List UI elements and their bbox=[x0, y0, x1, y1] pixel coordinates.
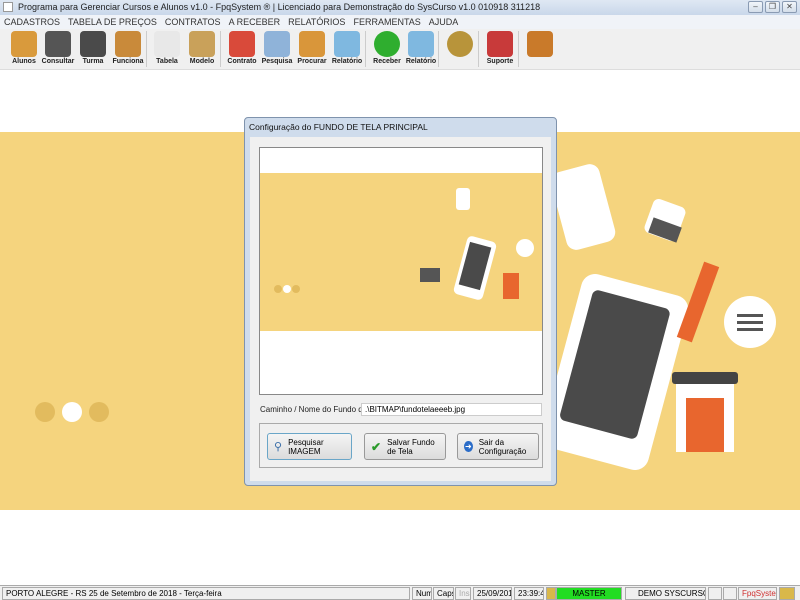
database-icon bbox=[708, 587, 722, 600]
toolbar-button-procurar-8[interactable]: Procurar bbox=[294, 31, 330, 69]
toolbar-separator bbox=[518, 31, 519, 67]
menu-relatorios[interactable]: RELATÓRIOS bbox=[288, 15, 345, 29]
search-docs-icon bbox=[264, 31, 290, 57]
scroll-icon bbox=[189, 31, 215, 57]
toolbar-button-tabela-4[interactable]: Tabela bbox=[149, 31, 185, 69]
toolbar: Alunos Consultar Turma Funciona Tabela Modelo… bbox=[0, 29, 800, 70]
magnifier-icon: ⚲ bbox=[274, 441, 283, 453]
students-icon bbox=[11, 31, 37, 57]
toolbar-button-alunos-0[interactable]: Alunos bbox=[6, 31, 42, 69]
toolbar-button-relatorio-11[interactable]: Relatório bbox=[403, 31, 439, 69]
status-caps: Caps bbox=[433, 587, 454, 600]
toolbar-label: Consultar bbox=[41, 58, 75, 65]
toolbar-button-contrato-6[interactable]: Contrato bbox=[224, 31, 260, 69]
preview-image bbox=[260, 173, 542, 331]
toolbar-separator bbox=[146, 31, 147, 67]
toolbar-label: Pesquisa bbox=[261, 58, 293, 65]
dialog-title: Configuração do FUNDO DE TELA PRINCIPAL bbox=[249, 122, 428, 132]
printer-icon bbox=[408, 31, 434, 57]
support-icon bbox=[487, 31, 513, 57]
toolbar-button-coin-12[interactable] bbox=[442, 31, 478, 69]
toolbar-label: Modelo bbox=[189, 58, 215, 65]
status-app-icon bbox=[779, 587, 795, 600]
menu-a-receber[interactable]: A RECEBER bbox=[229, 15, 281, 29]
toolbar-button-funciona-3[interactable]: Funciona bbox=[110, 31, 146, 69]
toolbar-button-receber-10[interactable]: Receber bbox=[369, 31, 405, 69]
toolbar-label: Contrato bbox=[227, 58, 257, 65]
pen-icon bbox=[229, 31, 255, 57]
id-card-icon bbox=[45, 31, 71, 57]
arrow-right-circle-icon: ➜ bbox=[464, 441, 473, 452]
restore-button[interactable]: ❐ bbox=[765, 1, 780, 13]
menu-bar: CADASTROS TABELA DE PREÇOS CONTRATOS A R… bbox=[0, 15, 800, 29]
menu-ajuda[interactable]: AJUDA bbox=[429, 15, 459, 29]
toolbar-label: Tabela bbox=[156, 58, 178, 65]
exit-config-button[interactable]: ➜ Sair da Configuração bbox=[457, 433, 539, 460]
dollar-icon bbox=[374, 31, 400, 57]
menu-tabela-precos[interactable]: TABELA DE PREÇOS bbox=[68, 15, 157, 29]
toolbar-separator bbox=[365, 31, 366, 67]
menu-ferramentas[interactable]: FERRAMENTAS bbox=[353, 15, 420, 29]
toolbar-button-suporte-13[interactable]: Suporte bbox=[482, 31, 518, 69]
checkmark-icon: ✔ bbox=[371, 439, 382, 454]
toolbar-label: Turma bbox=[82, 58, 104, 65]
search-image-button[interactable]: ⚲ Pesquisar IMAGEM bbox=[267, 433, 352, 460]
status-bar: PORTO ALEGRE - RS 25 de Setembro de 2018… bbox=[0, 585, 800, 600]
employee-icon bbox=[115, 31, 141, 57]
status-num: Num bbox=[412, 587, 432, 600]
toolbar-label: Alunos bbox=[12, 58, 36, 65]
toolbar-label: Receber bbox=[373, 58, 401, 65]
title-bar: Programa para Gerenciar Cursos e Alunos … bbox=[0, 0, 800, 15]
status-time: 23:39:40 bbox=[514, 587, 544, 600]
image-preview bbox=[259, 147, 543, 395]
toolbar-label: Relatório bbox=[331, 58, 363, 65]
window-title: Programa para Gerenciar Cursos e Alunos … bbox=[18, 2, 541, 12]
toolbar-separator bbox=[438, 31, 439, 67]
toolbar-button-consultar-1[interactable]: Consultar bbox=[40, 31, 76, 69]
status-brand: FpqSystem bbox=[738, 587, 777, 600]
status-ins: Ins bbox=[455, 587, 471, 600]
document-icon bbox=[154, 31, 180, 57]
toolbar-button-exit-door-14[interactable] bbox=[522, 31, 558, 69]
status-date: 25/09/2018 bbox=[473, 587, 512, 600]
menu-contratos[interactable]: CONTRATOS bbox=[165, 15, 221, 29]
printer-icon bbox=[334, 31, 360, 57]
toolbar-separator bbox=[478, 31, 479, 67]
toolbar-separator bbox=[220, 31, 221, 67]
toolbar-button-relatorio-9[interactable]: Relatório bbox=[329, 31, 365, 69]
save-background-button[interactable]: ✔ Salvar Fundo de Tela bbox=[364, 433, 446, 460]
status-version: DEMO SYSCURSO 1.0 bbox=[625, 587, 706, 600]
path-input[interactable]: .\BITMAP\fundotelaeeeb.jpg bbox=[361, 403, 542, 416]
toolbar-label: Procurar bbox=[297, 58, 327, 65]
background-config-dialog: Configuração do FUNDO DE TELA PRINCIPAL … bbox=[244, 117, 557, 486]
close-button[interactable]: ✕ bbox=[782, 1, 797, 13]
toolbar-button-turma-2[interactable]: Turma bbox=[75, 31, 111, 69]
status-user: MASTER bbox=[556, 587, 622, 600]
monitor-icon bbox=[80, 31, 106, 57]
status-location-date: PORTO ALEGRE - RS 25 de Setembro de 2018… bbox=[2, 587, 410, 600]
file-box-icon bbox=[299, 31, 325, 57]
toolbar-button-modelo-5[interactable]: Modelo bbox=[184, 31, 220, 69]
coin-icon bbox=[447, 31, 473, 57]
minimize-button[interactable]: – bbox=[748, 1, 763, 13]
toolbar-label: Funciona bbox=[112, 58, 144, 65]
button-group: ⚲ Pesquisar IMAGEM ✔ Salvar Fundo de Tel… bbox=[259, 423, 543, 468]
menu-cadastros[interactable]: CADASTROS bbox=[4, 15, 60, 29]
app-icon bbox=[3, 2, 13, 12]
toolbar-label: Relatório bbox=[405, 58, 437, 65]
toolbar-label: Suporte bbox=[486, 58, 514, 65]
exit-door-icon bbox=[527, 31, 553, 57]
computer-icon bbox=[723, 587, 737, 600]
toolbar-button-pesquisa-7[interactable]: Pesquisa bbox=[259, 31, 295, 69]
user-icon bbox=[546, 587, 556, 600]
